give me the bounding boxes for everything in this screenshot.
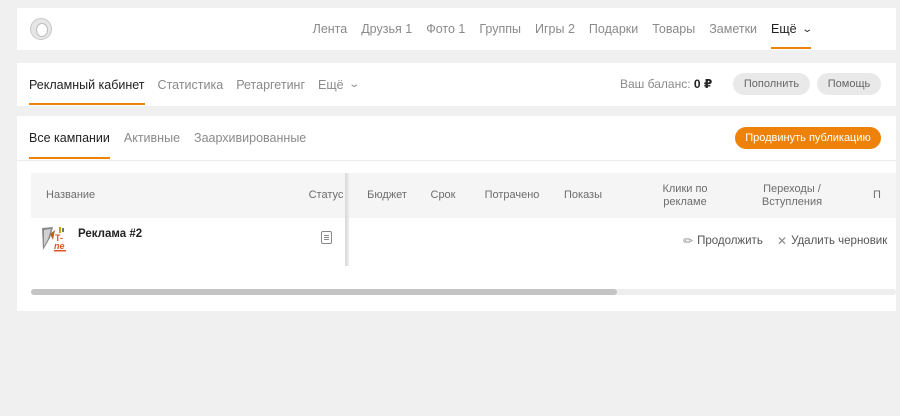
- nav-item-label: Заметки: [709, 22, 758, 36]
- tab-label: Заархивированные: [194, 131, 307, 145]
- campaign-filter-tabs: Все кампании Активные Заархивированные: [29, 116, 320, 160]
- horizontal-scrollbar[interactable]: [31, 289, 896, 295]
- continue-button[interactable]: ✏ Продолжить: [683, 234, 763, 248]
- tab-label: Ретаргетинг: [236, 77, 306, 92]
- pencil-icon: ✏: [683, 234, 694, 248]
- nav-item-notes[interactable]: Заметки: [709, 22, 757, 36]
- nav-item-label: Друзья 1: [361, 22, 413, 36]
- column-header-impressions[interactable]: Показы: [558, 173, 608, 218]
- nav-item-label: Игры 2: [535, 22, 575, 36]
- top-navigation-bar: Лента Друзья 1 Фото 1 Группы Игры 2 Пода…: [17, 8, 896, 50]
- nav-item-photos[interactable]: Фото 1: [426, 22, 465, 36]
- nav-item-label: Лента: [312, 22, 348, 36]
- campaign-thumbnail: T- ne: [41, 226, 69, 252]
- balance-value: 0 ₽: [693, 77, 713, 91]
- campaigns-panel: Все кампании Активные Заархивированные П…: [17, 116, 896, 311]
- delete-draft-button[interactable]: ✕ Удалить черновик: [777, 234, 887, 248]
- promote-publication-button[interactable]: Продвинуть публикацию: [735, 127, 881, 149]
- svg-text:ne: ne: [54, 241, 65, 251]
- tab-active-campaigns[interactable]: Активные: [124, 131, 180, 145]
- nav-item-more[interactable]: Ещё ⌄: [771, 22, 813, 49]
- tab-retargeting[interactable]: Ретаргетинг: [236, 78, 305, 92]
- chevron-down-icon: ⌄: [800, 23, 813, 35]
- nav-item-label: Ещё: [771, 22, 797, 36]
- close-icon: ✕: [777, 234, 788, 248]
- column-header-budget[interactable]: Бюджет: [357, 173, 417, 218]
- tab-archived-campaigns[interactable]: Заархивированные: [194, 131, 306, 145]
- column-header-name[interactable]: Название: [46, 173, 166, 218]
- chevron-down-icon: ⌄: [347, 79, 360, 90]
- divider: [17, 160, 896, 161]
- tab-label: Ещё: [318, 77, 344, 92]
- continue-label: Продолжить: [697, 235, 763, 247]
- tab-all-campaigns[interactable]: Все кампании: [29, 131, 110, 159]
- column-header-transitions[interactable]: Переходы / Вступления: [752, 173, 832, 218]
- nav-item-label: Фото 1: [426, 22, 466, 36]
- nav-item-gifts[interactable]: Подарки: [589, 22, 638, 36]
- column-header-more[interactable]: П: [873, 173, 893, 218]
- nav-item-friends[interactable]: Друзья 1: [361, 22, 412, 36]
- scrollbar-thumb[interactable]: [31, 289, 617, 295]
- nav-item-feed[interactable]: Лента: [313, 22, 348, 36]
- tab-more[interactable]: Ещё ⌄: [318, 77, 360, 92]
- column-header-status[interactable]: Статус: [301, 173, 351, 218]
- column-header-term[interactable]: Срок: [423, 173, 463, 218]
- column-header-clicks[interactable]: Клики по рекламе: [649, 173, 721, 218]
- nav-item-label: Группы: [479, 22, 521, 36]
- tab-label: Все кампании: [29, 131, 110, 145]
- tab-label: Рекламный кабинет: [29, 77, 145, 92]
- tab-ads-cabinet[interactable]: Рекламный кабинет: [29, 77, 145, 105]
- balance-label: Ваш баланс:: [620, 77, 691, 91]
- nav-item-label: Подарки: [588, 22, 639, 36]
- tab-statistics[interactable]: Статистика: [158, 78, 224, 92]
- tab-label: Статистика: [157, 77, 224, 92]
- balance-display: Ваш баланс: 0 ₽: [620, 77, 712, 91]
- ads-cabinet-tabs: Рекламный кабинет Статистика Ретаргетинг…: [29, 63, 371, 106]
- column-header-spent[interactable]: Потрачено: [477, 173, 547, 218]
- nav-item-games[interactable]: Игры 2: [535, 22, 575, 36]
- nav-item-groups[interactable]: Группы: [479, 22, 521, 36]
- top-nav-items: Лента Друзья 1 Фото 1 Группы Игры 2 Пода…: [17, 8, 896, 50]
- tab-label: Активные: [123, 131, 181, 145]
- sticky-column-shadow: [345, 173, 349, 266]
- table-header: Название Статус Бюджет Срок Потрачено По…: [31, 173, 896, 218]
- nav-item-goods[interactable]: Товары: [652, 22, 695, 36]
- ads-cabinet-bar: Рекламный кабинет Статистика Ретаргетинг…: [17, 63, 896, 106]
- nav-item-label: Товары: [652, 22, 696, 36]
- draft-status-icon: [321, 231, 332, 244]
- campaign-name[interactable]: Реклама #2: [78, 228, 142, 240]
- table-row[interactable]: T- ne Реклама #2 ✏ Продолжить ✕ Удалить …: [31, 218, 896, 266]
- help-button[interactable]: Помощь: [817, 73, 881, 95]
- topup-button[interactable]: Пополнить: [733, 73, 810, 95]
- delete-draft-label: Удалить черновик: [791, 235, 888, 247]
